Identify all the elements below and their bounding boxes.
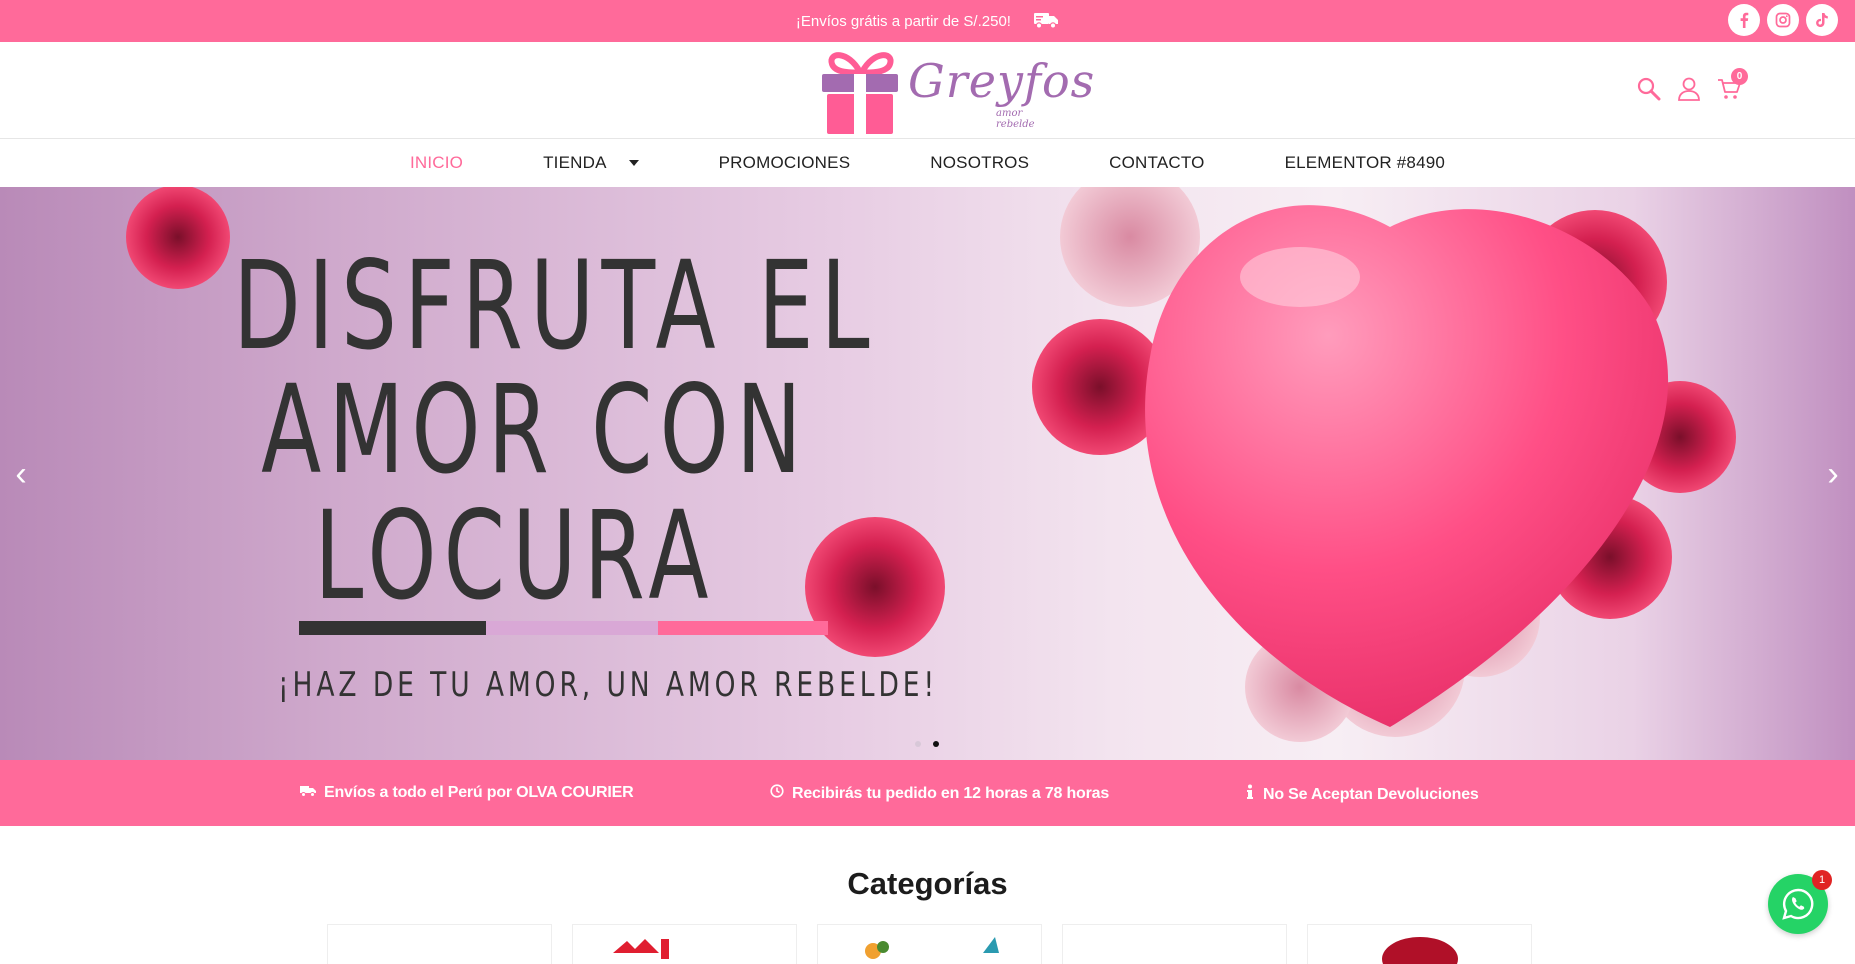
feature-returns: No Se Aceptan Devoluciones: [1245, 784, 1479, 805]
feature-delivery-time: Recibirás tu pedido en 12 horas a 78 hor…: [770, 784, 1109, 803]
logo-wordmark: Greyfos: [908, 54, 1096, 108]
caret-down-icon: [628, 160, 639, 166]
hero-title-line2: AMOR CON: [261, 359, 809, 501]
social-links: [1728, 4, 1838, 36]
whatsapp-notification-badge: 1: [1812, 870, 1832, 890]
category-card[interactable]: [327, 924, 552, 964]
clock-icon: [770, 784, 784, 803]
cart-icon[interactable]: 0: [1716, 68, 1748, 102]
nav-label: TIENDA: [543, 153, 607, 172]
category-card[interactable]: [817, 924, 1042, 964]
truck-icon: [1033, 11, 1059, 33]
facebook-icon[interactable]: [1728, 4, 1760, 36]
chevron-right-icon[interactable]: ›: [1818, 457, 1848, 491]
nav-label: CONTACTO: [1109, 153, 1205, 172]
promo-message: ¡Envíos grátis a partir de S/.250!: [0, 11, 1855, 33]
promo-text: ¡Envíos grátis a partir de S/.250!: [795, 12, 1011, 30]
brand-logo[interactable]: Greyfos amor rebelde: [818, 46, 1094, 136]
site-header: Greyfos amor rebelde 0: [0, 42, 1855, 139]
category-image: [1382, 937, 1458, 964]
instagram-icon[interactable]: [1767, 4, 1799, 36]
nav-label: INICIO: [409, 153, 464, 172]
slider-pagination: [915, 741, 939, 747]
hero-slider: DISFRUTA EL AMOR CON LOCURA ¡HAZ DE TU A…: [0, 187, 1855, 760]
tiktok-icon[interactable]: [1806, 4, 1838, 36]
category-image: [865, 937, 999, 959]
nav-item-elementor[interactable]: ELEMENTOR #8490: [1285, 153, 1445, 173]
nav-item-promociones[interactable]: PROMOCIONES: [719, 153, 851, 173]
truck-icon: [300, 784, 316, 802]
top-promo-bar: ¡Envíos grátis a partir de S/.250!: [0, 0, 1855, 42]
account-icon[interactable]: [1676, 76, 1702, 102]
whatsapp-icon: [1782, 888, 1814, 920]
slider-dot-1[interactable]: [915, 741, 921, 747]
hero-title-line1: DISFRUTA EL: [233, 235, 877, 377]
main-nav: INICIO TIENDA PROMOCIONES NOSOTROS CONTA…: [0, 140, 1855, 186]
feature-shipping: Envíos a todo el Perú por OLVA COURIER: [300, 784, 634, 802]
categories-heading: Categorías: [847, 866, 1008, 901]
nav-label: NOSOTROS: [930, 153, 1030, 172]
categories-grid: [327, 924, 1532, 964]
nav-item-inicio[interactable]: INICIO: [410, 153, 463, 173]
chevron-left-icon[interactable]: ‹: [6, 457, 36, 491]
feature-text: No Se Aceptan Devoluciones: [1263, 785, 1479, 803]
category-card[interactable]: [1307, 924, 1532, 964]
header-actions: 0: [1636, 68, 1748, 102]
category-card[interactable]: [1062, 924, 1287, 964]
nav-label: PROMOCIONES: [718, 153, 851, 172]
nav-label: ELEMENTOR #8490: [1284, 153, 1446, 172]
category-card[interactable]: [572, 924, 797, 964]
nav-item-tienda[interactable]: TIENDA: [543, 153, 639, 173]
hero-tagline: ¡HAZ DE TU AMOR, UN AMOR REBELDE!: [278, 665, 939, 705]
logo-tagline: amor rebelde: [996, 108, 1035, 130]
cart-count-badge: 0: [1731, 68, 1748, 85]
hero-title-line3: LOCURA: [314, 485, 716, 627]
search-icon[interactable]: [1636, 76, 1662, 102]
feature-text: Recibirás tu pedido en 12 horas a 78 hor…: [792, 784, 1110, 802]
feature-text: Envíos a todo el Perú por OLVA COURIER: [324, 784, 634, 801]
features-strip: Envíos a todo el Perú por OLVA COURIER R…: [0, 760, 1855, 826]
info-icon: [1245, 784, 1255, 805]
nav-item-contacto[interactable]: CONTACTO: [1109, 153, 1204, 173]
nav-item-nosotros[interactable]: NOSOTROS: [930, 153, 1029, 173]
slider-dot-2[interactable]: [933, 741, 939, 747]
category-image: [613, 939, 669, 959]
